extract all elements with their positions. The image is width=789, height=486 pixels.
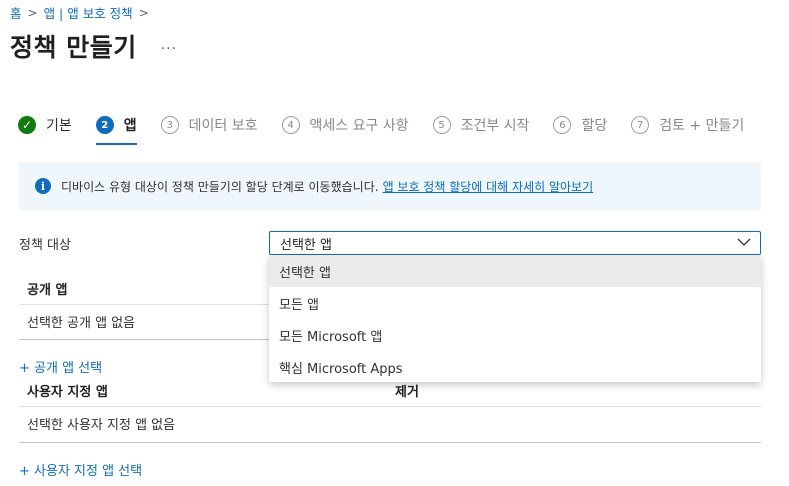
step-number-icon: 4 [281,116,300,134]
chevron-right-icon: > [138,5,149,20]
dropdown-option[interactable]: 선택한 앱 [269,255,761,287]
wizard-step-label: 앱 [123,118,137,134]
divider [19,406,761,407]
banner-text: 디바이스 유형 대상이 정책 만들기의 할당 단계로 이동했습니다. [61,179,379,194]
wizard-step-1[interactable]: ✓ 기본 [18,114,72,136]
wizard-step-4[interactable]: 4 액세스 요구 사항 [281,114,409,136]
policy-target-value: 선택한 앱 [280,237,332,253]
custom-apps-empty: 선택한 사용자 지정 앱 없음 [27,418,176,433]
wizard-step-label: 데이터 보호 [188,118,258,134]
info-banner: i 디바이스 유형 대상이 정책 만들기의 할당 단계로 이동했습니다. 앱 보… [19,162,761,210]
banner-learn-more-link[interactable]: 앱 보호 정책 할당에 대해 자세히 알아보기 [383,178,594,195]
dropdown-option[interactable]: 모든 Microsoft 앱 [269,319,761,351]
public-apps-header: 공개 앱 [27,283,68,298]
wizard-step-label: 할당 [581,118,608,134]
info-icon: i [35,178,51,194]
wizard-step-2[interactable]: 2앱 [95,114,137,145]
checkmark-icon: ✓ [18,116,36,134]
wizard-step-6[interactable]: 6 할당 [553,114,607,136]
step-number-icon: 3 [160,116,179,134]
dropdown-option[interactable]: 모든 앱 [269,287,761,319]
wizard-steps: ✓ 기본 2 앱 3 데이터 보호 4 액세스 요구 사항 5 조건부 시작 6 할당 7 검토 + 만들… [18,114,768,145]
dropdown-option[interactable]: 핵심 Microsoft Apps [269,351,761,383]
policy-target-select[interactable]: 선택한 앱 [269,231,761,255]
breadcrumb: 홈 > 앱 | 앱 보호 정책 > [10,3,155,22]
wizard-step-3[interactable]: 3 데이터 보호 [160,114,258,136]
wizard-step-label: 검토 + 만들기 [659,118,745,134]
title-row: 정책 만들기 ··· [10,28,177,64]
wizard-step-label: 조건부 시작 [460,118,530,134]
step-number-icon: 6 [553,116,572,134]
wizard-step-label: 기본 [46,118,72,134]
custom-apps-header: 사용자 지정 앱 [27,385,108,400]
breadcrumb-home[interactable]: 홈 [10,3,22,22]
public-apps-empty: 선택한 공개 앱 없음 [27,316,136,331]
add-custom-app-link[interactable]: + 사용자 지정 앱 선택 [19,460,142,479]
wizard-step-7[interactable]: 7 검토 + 만들기 [631,114,744,136]
policy-target-dropdown: 선택한 앱 모든 앱 모든 Microsoft 앱 핵심 Microsoft Apps [269,255,761,382]
chevron-down-icon [737,238,751,246]
more-options-icon[interactable]: ··· [161,41,177,57]
wizard-step-label: 액세스 요구 사항 [309,118,409,134]
step-number-icon: 7 [631,116,650,134]
wizard-step-5[interactable]: 5 조건부 시작 [432,114,530,136]
step-number-icon: 5 [432,116,451,134]
policy-target-label: 정책 대상 [19,238,71,253]
breadcrumb-app-protection[interactable]: 앱 | 앱 보호 정책 [44,3,133,22]
page-title: 정책 만들기 [10,33,137,62]
divider [19,442,761,443]
add-public-app-link[interactable]: + 공개 앱 선택 [19,357,102,376]
step-number-icon: 2 [95,116,114,134]
chevron-right-icon: > [27,5,38,20]
remove-header: 제거 [395,385,419,400]
